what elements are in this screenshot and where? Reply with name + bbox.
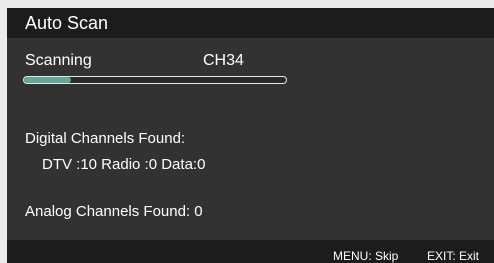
exit-hint[interactable]: EXIT: Exit [427, 250, 479, 263]
scanning-status-label: Scanning [25, 52, 92, 69]
footer-hint-bar: MENU: Skip EXIT: Exit [7, 240, 494, 263]
menu-skip-hint[interactable]: MENU: Skip [333, 250, 398, 263]
scan-content: Scanning CH34 Digital Channels Found: DT… [7, 38, 494, 240]
digital-channels-heading: Digital Channels Found: [25, 130, 186, 147]
dialog-title: Auto Scan [25, 13, 109, 33]
auto-scan-dialog: Auto Scan Scanning CH34 Digital Channels… [7, 8, 494, 263]
scan-progress-fill [24, 77, 72, 83]
scan-progress-bar [23, 76, 287, 84]
analog-channels-found: Analog Channels Found: 0 [25, 203, 203, 220]
current-channel-label: CH34 [203, 52, 244, 69]
title-bar: Auto Scan [7, 8, 494, 38]
digital-channel-counts: DTV :10 Radio :0 Data:0 [42, 156, 206, 173]
